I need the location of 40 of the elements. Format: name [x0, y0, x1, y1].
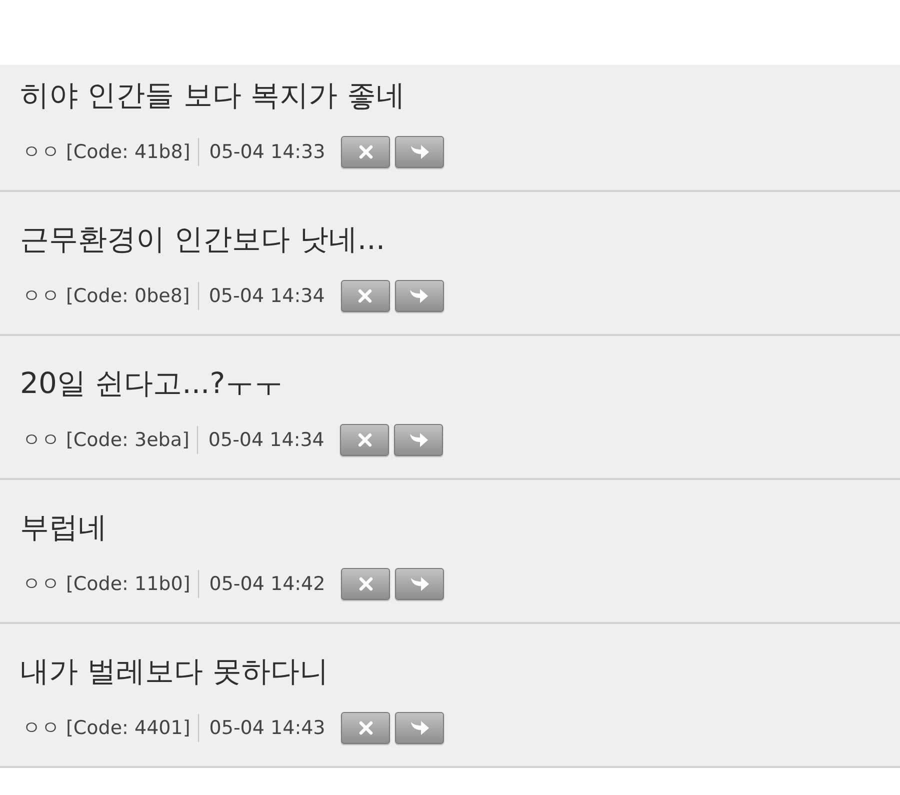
- delete-button[interactable]: [341, 568, 390, 600]
- reply-button[interactable]: [395, 712, 444, 744]
- user-code: [Code: 0be8]: [66, 285, 190, 307]
- timestamp: 05-04 14:34: [208, 429, 324, 451]
- curved-arrow-icon: [409, 288, 430, 304]
- user-code: [Code: 4401]: [66, 717, 190, 739]
- timestamp: 05-04 14:43: [209, 717, 326, 739]
- comment-text: 히야 인간들 보다 복지가 좋네: [20, 77, 405, 114]
- delete-button[interactable]: [341, 136, 390, 168]
- x-mark-icon: [358, 576, 374, 592]
- comment-text: 근무환경이 인간보다 낫네...: [20, 221, 386, 258]
- curved-arrow-icon: [410, 144, 430, 160]
- comment-text: 20일 쉰다고...?ㅜㅜ: [20, 365, 284, 402]
- reply-button[interactable]: [395, 136, 444, 168]
- author-name: ㅇㅇ: [22, 572, 60, 597]
- x-mark-icon: [357, 288, 374, 304]
- delete-button[interactable]: [340, 280, 390, 312]
- user-code: [Code: 3eba]: [66, 429, 190, 451]
- user-code: [Code: 11b0]: [66, 573, 190, 595]
- author-name: ㅇㅇ: [22, 428, 60, 453]
- delete-button[interactable]: [341, 712, 390, 744]
- user-code: [Code: 41b8]: [66, 141, 190, 163]
- reply-button[interactable]: [394, 424, 444, 456]
- timestamp: 05-04 14:42: [209, 573, 326, 595]
- x-mark-icon: [358, 144, 374, 160]
- curved-arrow-icon: [410, 720, 430, 736]
- comment-text: 부럽네: [20, 509, 107, 546]
- author-name: ㅇㅇ: [22, 284, 60, 309]
- curved-arrow-icon: [410, 576, 430, 592]
- reply-button[interactable]: [394, 280, 444, 312]
- x-mark-icon: [356, 432, 373, 448]
- author-name: ㅇㅇ: [22, 716, 60, 741]
- x-mark-icon: [358, 720, 374, 736]
- curved-arrow-icon: [408, 432, 429, 448]
- timestamp: 05-04 14:34: [208, 285, 325, 307]
- author-name: ㅇㅇ: [22, 140, 60, 165]
- timestamp: 05-04 14:33: [209, 141, 326, 163]
- comment-text: 내가 벌레보다 못하다니: [20, 653, 328, 690]
- reply-button[interactable]: [395, 568, 444, 600]
- delete-button[interactable]: [340, 424, 390, 456]
